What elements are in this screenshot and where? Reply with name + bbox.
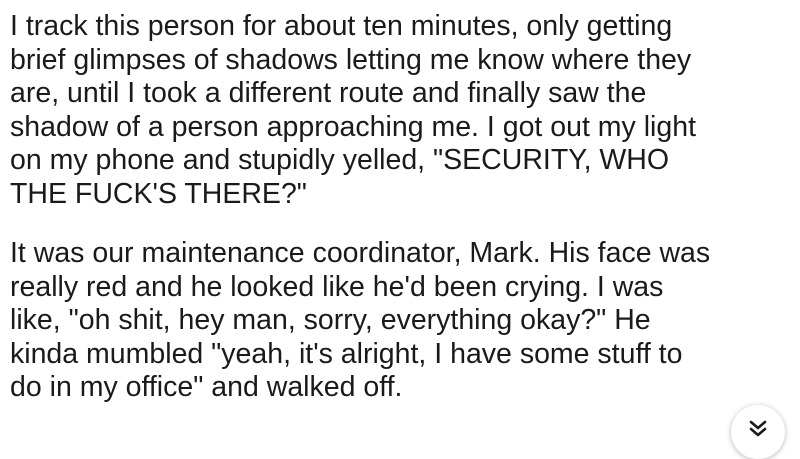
text-line: really red and he looked like he'd been …: [10, 270, 664, 303]
double-chevron-down-icon: [749, 420, 767, 437]
text-line: like, "oh shit, hey man, sorry, everythi…: [10, 304, 651, 336]
text-line: It was our maintenance coordinator, Mark…: [10, 237, 711, 269]
text-line: brief glimpses of shadows letting me kno…: [10, 43, 692, 76]
post-body: I track this person for about ten minute…: [10, 10, 780, 405]
text-line: on my phone and stupidly yelled, "SECURI…: [10, 144, 670, 176]
text-line: kinda mumbled "yeah, it's alright, I hav…: [10, 337, 683, 370]
scroll-down-button[interactable]: [731, 405, 785, 459]
text-line: are, until I took a different route and …: [10, 77, 647, 109]
text-line: I track this person for about ten minute…: [10, 10, 673, 42]
paragraph-1: I track this person for about ten minute…: [10, 10, 780, 211]
text-line: do in my office" and walked off.: [10, 371, 403, 403]
text-line: shadow of a person approaching me. I got…: [10, 110, 696, 143]
text-line: THE FUCK'S THERE?": [10, 177, 307, 210]
paragraph-2: It was our maintenance coordinator, Mark…: [10, 237, 780, 405]
